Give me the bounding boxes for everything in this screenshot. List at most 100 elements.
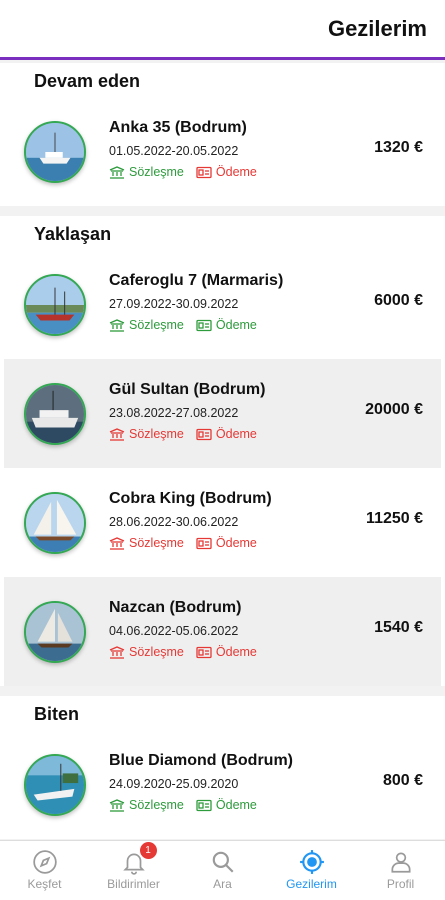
user-icon: [390, 852, 411, 873]
contract-link[interactable]: Sözleşme: [109, 798, 184, 812]
trip-price: 6000 €: [374, 292, 423, 309]
payment-link[interactable]: Ödeme: [196, 318, 257, 332]
trip-name: Caferoglu 7 (Marmaris): [109, 272, 284, 289]
nav-label: Ara: [213, 877, 232, 891]
trip-info: Anka 35 (Bodrum) 01.05.2022-20.05.2022 Söz…: [109, 119, 257, 179]
payment-label: Ödeme: [215, 427, 257, 441]
boat-thumbnail: [24, 754, 86, 816]
trip-item[interactable]: Caferoglu 7 (Marmaris) 27.09.2022-30.09.2…: [0, 250, 445, 359]
payment-label: Ödeme: [215, 798, 257, 812]
section-finished: Biten Blue Diamond (Bodrum) 24.09.2020-25…: [0, 696, 445, 839]
payment-label: Ödeme: [215, 318, 257, 332]
trip-price: 11250 €: [366, 510, 423, 527]
payment-link[interactable]: Ödeme: [196, 427, 257, 441]
nav-profil[interactable]: Profil: [356, 841, 445, 900]
contract-label: Sözleşme: [129, 165, 184, 179]
contract-label: Sözleşme: [129, 318, 184, 332]
trip-dates: 23.08.2022-27.08.2022: [109, 406, 239, 420]
payment-label: Ödeme: [215, 645, 257, 659]
contract-icon: [109, 536, 125, 550]
trip-dates: 24.09.2020-25.09.2020: [109, 777, 239, 791]
trip-documents: Sözleşme Ödeme: [109, 427, 265, 441]
payment-link[interactable]: Ödeme: [196, 165, 257, 179]
contract-label: Sözleşme: [129, 427, 184, 441]
trips-list[interactable]: Devam eden Anka 35 (Bodrum) 01.05.2022-20…: [0, 63, 445, 840]
contract-icon: [109, 645, 125, 659]
trip-name: Nazcan (Bodrum): [109, 599, 242, 616]
contract-link[interactable]: Sözleşme: [109, 427, 184, 441]
nav-label: Gezilerim: [286, 877, 337, 891]
nav-label: Bildirimler: [107, 877, 160, 891]
trip-price: 1540 €: [374, 619, 423, 636]
trip-info: Nazcan (Bodrum) 04.06.2022-05.06.2022 Sözl…: [109, 599, 257, 659]
contract-icon: [109, 798, 125, 812]
boat-thumbnail: [24, 601, 86, 663]
boat-thumbnail: [24, 121, 86, 183]
section-title: Yaklaşan: [34, 224, 112, 244]
payment-link[interactable]: Ödeme: [196, 645, 257, 659]
nav-bildirimler[interactable]: 1 Bildirimler: [89, 841, 178, 900]
trip-info: Cobra King (Bodrum) 28.06.2022-30.06.2022…: [109, 490, 272, 550]
bottom-nav: Keşfet 1 Bildirimler Ara Gezilerim Profi…: [0, 840, 445, 900]
trip-item[interactable]: Anka 35 (Bodrum) 01.05.2022-20.05.2022 Söz…: [0, 97, 445, 206]
contract-link[interactable]: Sözleşme: [109, 645, 184, 659]
nav-ara[interactable]: Ara: [178, 841, 267, 900]
payment-icon: [196, 166, 212, 178]
trip-documents: Sözleşme Ödeme: [109, 536, 272, 550]
contract-label: Sözleşme: [129, 536, 184, 550]
contract-icon: [109, 165, 125, 179]
trip-item[interactable]: Cobra King (Bodrum) 28.06.2022-30.06.2022…: [0, 468, 445, 577]
target-icon: [299, 850, 324, 874]
payment-icon: [196, 319, 212, 331]
contract-label: Sözleşme: [129, 645, 184, 659]
trip-documents: Sözleşme Ödeme: [109, 318, 283, 332]
trip-documents: Sözleşme Ödeme: [109, 165, 257, 179]
contract-link[interactable]: Sözleşme: [109, 318, 184, 332]
payment-icon: [196, 428, 212, 440]
section-upcoming: Yaklaşan Caferoglu 7 (Marmaris) 27.09.202…: [0, 216, 445, 686]
compass-icon: [32, 850, 57, 874]
payment-icon: [196, 537, 212, 549]
contract-icon: [109, 427, 125, 441]
trip-name: Gül Sultan (Bodrum): [109, 381, 266, 398]
contract-link[interactable]: Sözleşme: [109, 536, 184, 550]
trip-dates: 04.06.2022-05.06.2022: [109, 624, 239, 638]
page-title: Gezilerim: [327, 16, 427, 41]
trip-price: 20000 €: [365, 401, 423, 418]
section-title: Devam eden: [34, 71, 141, 91]
app-header: Gezilerim: [0, 0, 445, 60]
nav-label: Profil: [386, 877, 415, 891]
trip-info: Caferoglu 7 (Marmaris) 27.09.2022-30.09.2…: [109, 272, 283, 332]
trip-price: 800 €: [382, 772, 423, 789]
trip-info: Blue Diamond (Bodrum) 24.09.2020-25.09.20…: [109, 752, 293, 812]
trip-info: Gül Sultan (Bodrum) 23.08.2022-27.08.2022…: [109, 381, 265, 441]
payment-label: Ödeme: [215, 536, 257, 550]
nav-label: Keşfet: [27, 877, 62, 891]
trip-documents: Sözleşme Ödeme: [109, 645, 257, 659]
trip-documents: Sözleşme Ödeme: [109, 798, 293, 812]
notification-badge: 1: [139, 842, 157, 859]
payment-label: Ödeme: [215, 165, 257, 179]
payment-icon: [196, 646, 212, 658]
contract-link[interactable]: Sözleşme: [109, 165, 184, 179]
nav-gezilerim[interactable]: Gezilerim: [267, 841, 356, 900]
trip-dates: 27.09.2022-30.09.2022: [109, 297, 239, 311]
section-title: Biten: [34, 704, 79, 724]
trip-name: Blue Diamond (Bodrum): [109, 752, 293, 769]
payment-link[interactable]: Ödeme: [196, 798, 257, 812]
section-ongoing: Devam eden Anka 35 (Bodrum) 01.05.2022-20…: [0, 63, 445, 206]
payment-icon: [196, 799, 212, 811]
trip-dates: 01.05.2022-20.05.2022: [109, 144, 239, 158]
trip-price: 1320 €: [374, 139, 423, 156]
trip-name: Cobra King (Bodrum): [109, 490, 272, 507]
trip-dates: 28.06.2022-30.06.2022: [109, 515, 239, 529]
trip-item[interactable]: Blue Diamond (Bodrum) 24.09.2020-25.09.20…: [0, 730, 445, 839]
trip-name: Anka 35 (Bodrum): [109, 119, 247, 136]
nav-kesfet[interactable]: Keşfet: [0, 841, 89, 900]
payment-link[interactable]: Ödeme: [196, 536, 257, 550]
trip-item[interactable]: Gül Sultan (Bodrum) 23.08.2022-27.08.2022…: [4, 359, 441, 468]
search-icon: [212, 851, 234, 873]
trip-item[interactable]: Nazcan (Bodrum) 04.06.2022-05.06.2022 Sözl…: [4, 577, 441, 686]
contract-icon: [109, 318, 125, 332]
boat-thumbnail: [24, 383, 86, 445]
